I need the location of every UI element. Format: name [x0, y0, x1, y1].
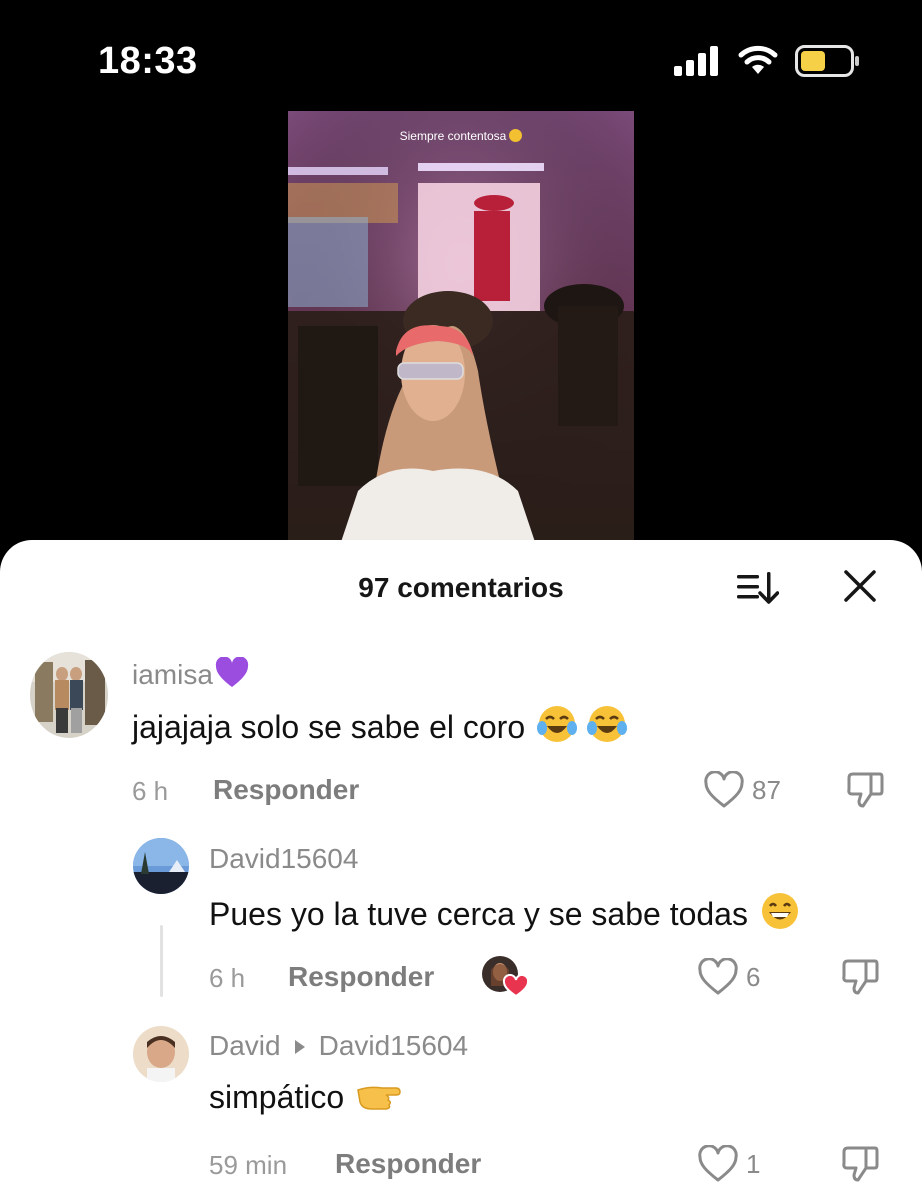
wifi-icon: [738, 45, 778, 74]
status-bar: 18:33: [0, 0, 922, 110]
avatar[interactable]: [30, 652, 108, 738]
comment-time: 59 min: [209, 1150, 288, 1180]
like-button[interactable]: 87: [704, 770, 781, 810]
grinning-emoji-icon: [761, 893, 798, 929]
status-time: 18:33: [98, 40, 198, 82]
like-button[interactable]: 6: [698, 957, 760, 997]
video-caption: Siempre contentosa: [288, 129, 634, 143]
reply-button[interactable]: Responder: [213, 774, 359, 806]
comment-username[interactable]: David15604: [209, 843, 358, 875]
comments-sheet: 97 comentarios iamisa jajajaja solo se s…: [0, 540, 922, 1199]
cowboy-emoji-icon: [509, 129, 523, 142]
reply-button[interactable]: Responder: [335, 1148, 481, 1180]
close-icon[interactable]: [843, 569, 877, 603]
heart-icon: [698, 1145, 738, 1182]
comment-time: 6 h: [209, 963, 246, 993]
video-frame: [288, 111, 634, 551]
comment-text: jajajaja solo se sabe el coro: [132, 704, 628, 746]
like-button[interactable]: 1: [698, 1144, 760, 1184]
like-count: 1: [746, 1148, 761, 1179]
sort-icon[interactable]: [735, 570, 779, 604]
creator-liked-avatar: [482, 956, 530, 998]
thread-line: [160, 925, 163, 997]
comments-count-title: 97 comentarios: [358, 572, 564, 603]
comment-text: Pues yo la tuve cerca y se sabe todas: [209, 891, 800, 933]
like-count: 6: [746, 961, 761, 992]
comment-username[interactable]: David David15604: [209, 1030, 468, 1062]
dislike-icon[interactable]: [840, 957, 880, 997]
tears-of-joy-emoji-icon: [537, 706, 578, 742]
cellular-signal-icon: [674, 46, 718, 76]
reply-arrow-icon: [294, 1039, 305, 1054]
avatar[interactable]: [133, 838, 189, 894]
dislike-icon[interactable]: [845, 770, 885, 810]
heart-icon: [698, 958, 738, 995]
reply-button[interactable]: Responder: [288, 961, 434, 993]
dislike-icon[interactable]: [840, 1144, 880, 1184]
battery-icon: [795, 45, 859, 77]
reply-to-username[interactable]: David15604: [319, 1030, 468, 1061]
heart-icon: [704, 771, 744, 808]
avatar[interactable]: [133, 1026, 189, 1082]
video-player[interactable]: Siempre contentosa: [288, 111, 634, 551]
tears-of-joy-emoji-icon: [587, 706, 628, 742]
comment-username[interactable]: iamisa: [132, 657, 249, 691]
like-count: 87: [752, 774, 781, 805]
pointing-hand-emoji-icon: [357, 1086, 401, 1110]
comment-text: simpático: [209, 1078, 402, 1116]
purple-heart-icon: [215, 657, 249, 687]
comment-time: 6 h: [132, 776, 169, 806]
